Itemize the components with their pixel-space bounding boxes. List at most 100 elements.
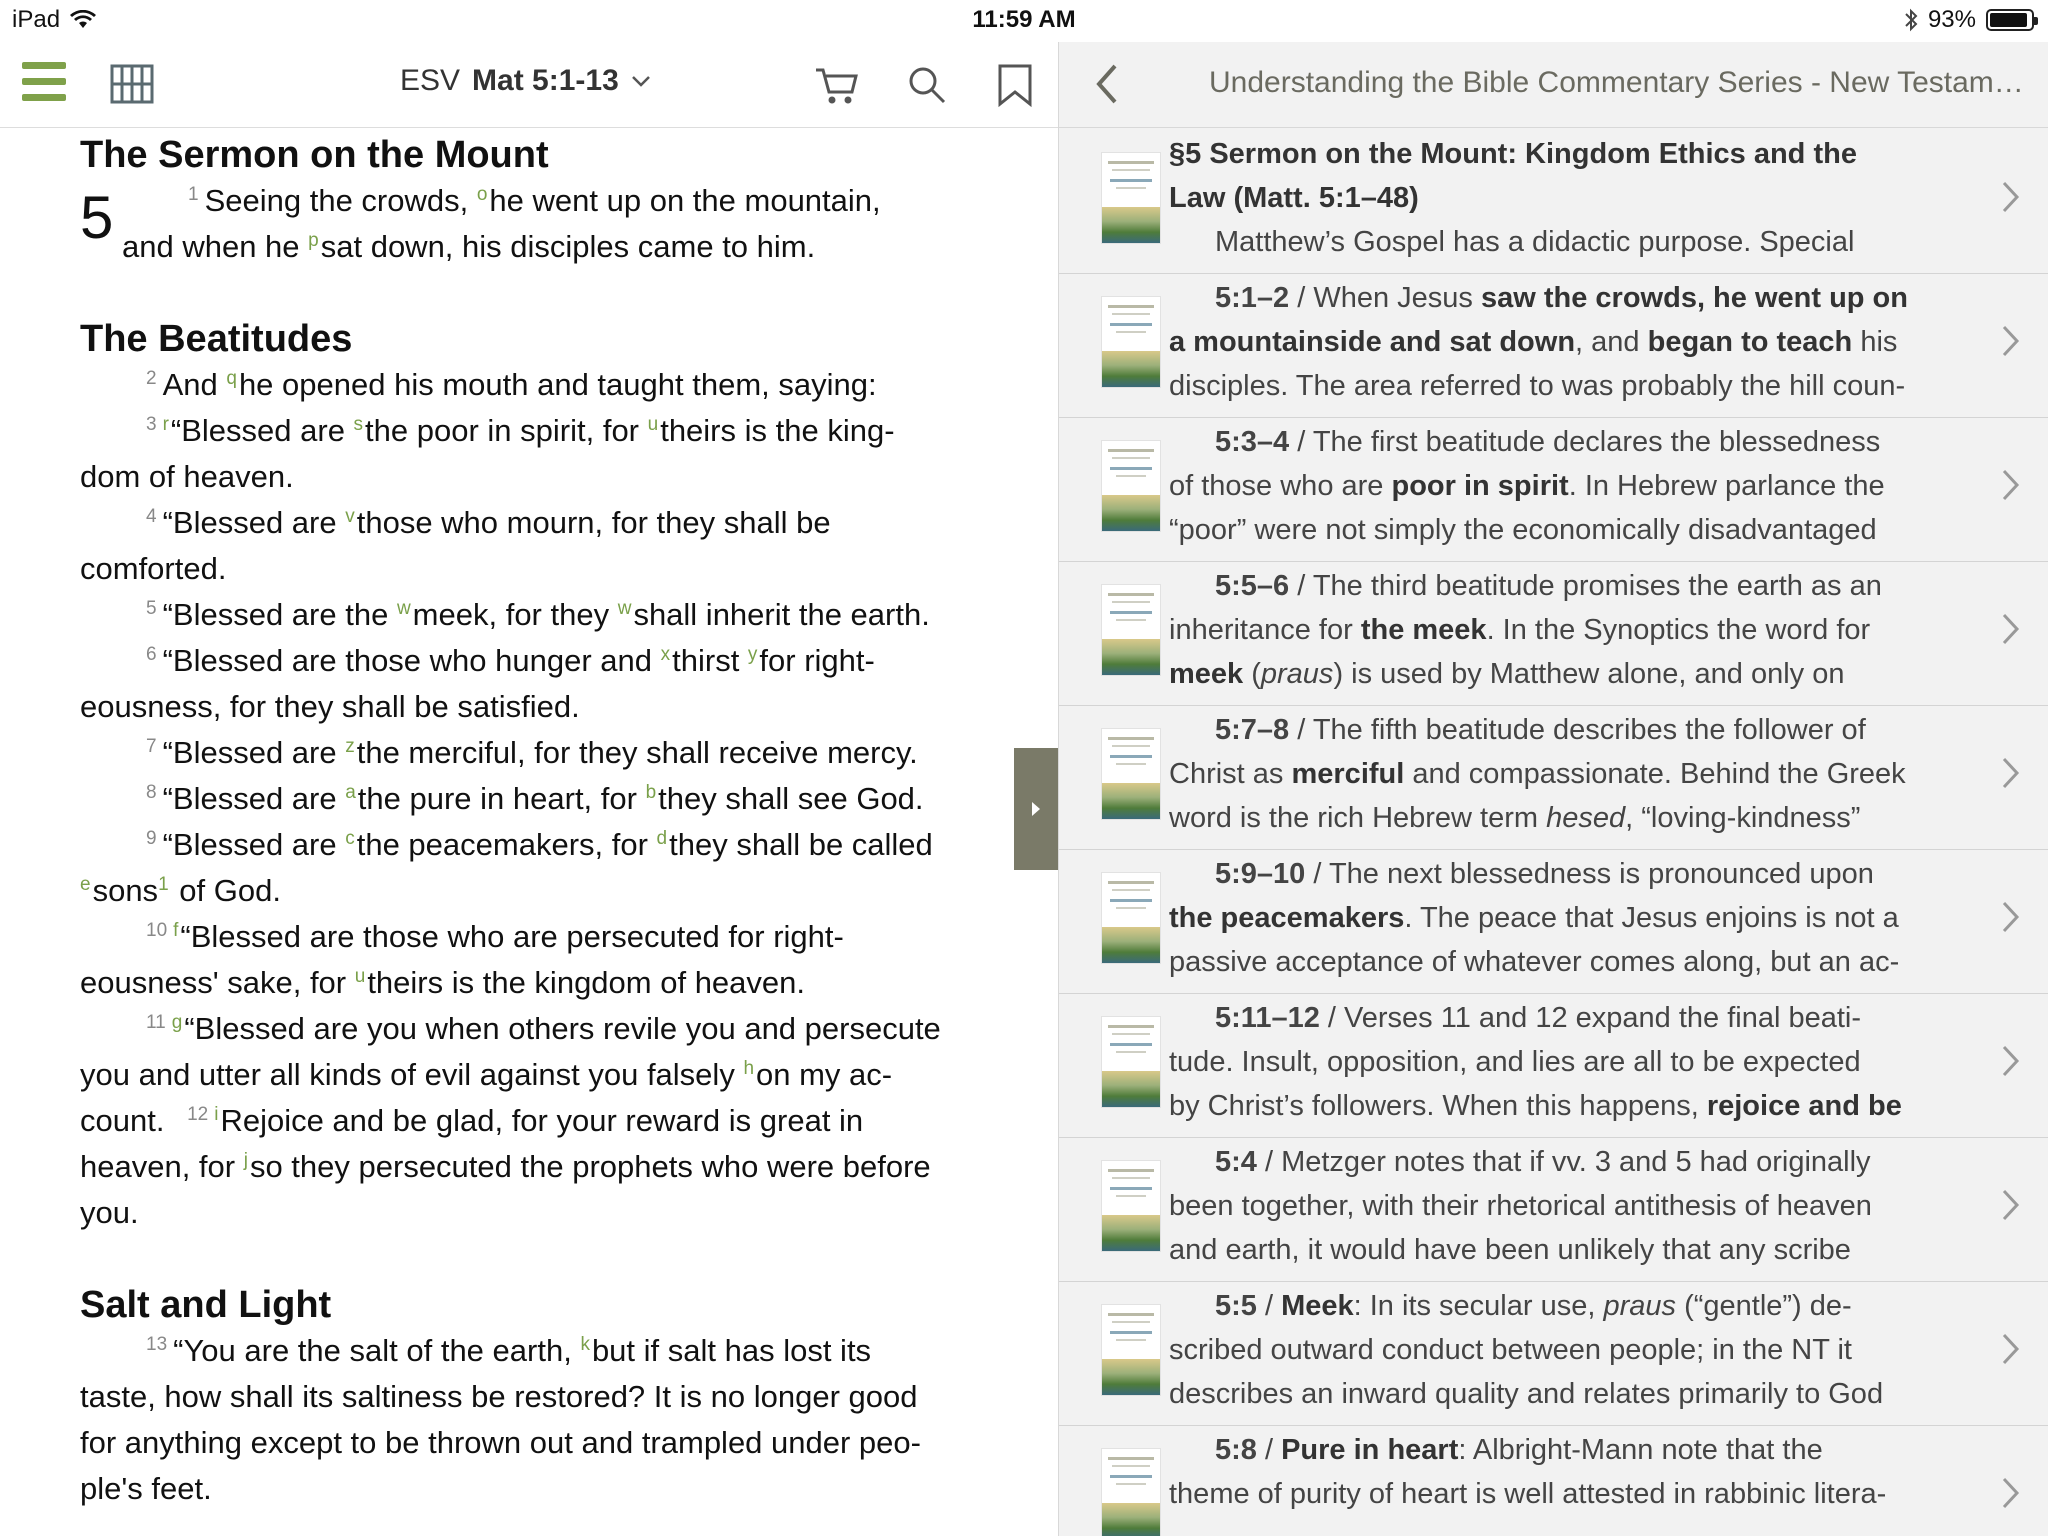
verse-5[interactable]: 5 “Blessed are the wmeek, for they wshall… — [80, 592, 1000, 638]
search-icon[interactable] — [904, 62, 950, 108]
footnote-marker[interactable]: e — [80, 874, 91, 895]
footnote-marker[interactable]: r — [163, 414, 169, 435]
footnote-marker[interactable]: q — [226, 368, 237, 389]
passage-selector[interactable]: ESV Mat 5:1-13 — [400, 64, 651, 98]
verse-2[interactable]: 2 And qhe opened his mouth and taught the… — [80, 362, 1000, 408]
book-cover-thumbnail — [1101, 728, 1161, 820]
bookmark-icon[interactable] — [992, 62, 1038, 108]
verse-number: 4 — [146, 505, 157, 527]
verse-number: 13 — [146, 1333, 168, 1355]
footnote-marker[interactable]: b — [646, 782, 657, 803]
battery-icon — [1986, 9, 2038, 31]
verse-text: and when he — [122, 229, 309, 264]
entry-excerpt: disciples. The area referred to was prob… — [1169, 370, 1906, 402]
verse-number: 11 — [146, 1011, 166, 1033]
chevron-right-icon — [2002, 1045, 2020, 1077]
pane-collapse-handle[interactable] — [1014, 748, 1058, 870]
verse-text: Rejoice and be glad, for your reward is … — [220, 1103, 864, 1138]
verse-text: you and utter all kinds of evil against … — [80, 1057, 744, 1092]
commentary-entry[interactable]: 5:11–12 / Verses 11 and 12 expand the fi… — [1059, 994, 2048, 1138]
hamburger-menu-icon[interactable] — [22, 62, 66, 104]
verse-text: count. — [80, 1103, 174, 1138]
footnote-marker[interactable]: w — [618, 598, 632, 619]
verse-10-cont: eousness' sake, for utheirs is the kingd… — [80, 960, 1000, 1006]
footnote-marker[interactable]: i — [214, 1104, 218, 1125]
entry-ref: 5:11–12 — [1215, 1002, 1320, 1034]
verse-number: 6 — [146, 643, 157, 665]
commentary-entry[interactable]: 5:5–6 / The third beatitude promises the… — [1059, 562, 2048, 706]
verse-text: they shall be called — [669, 827, 933, 862]
verse-9[interactable]: 9 “Blessed are cthe peacemakers, for dthe… — [80, 822, 1000, 868]
commentary-title[interactable]: Understanding the Bible Commentary Serie… — [1209, 66, 2029, 100]
verse-11-12[interactable]: count. 12 iRejoice and be glad, for your … — [80, 1098, 1000, 1144]
version-label: ESV — [400, 64, 461, 97]
verse-text: meek, for they — [412, 597, 618, 632]
footnote-marker[interactable]: v — [345, 506, 355, 527]
verse-number: 10 — [146, 919, 168, 941]
commentary-entry[interactable]: 5:9–10 / The next blessedness is pronoun… — [1059, 850, 2048, 994]
verse-8[interactable]: 8 “Blessed are athe pure in heart, for bt… — [80, 776, 1000, 822]
footnote-marker[interactable]: j — [244, 1150, 248, 1171]
verse-text: “You are the salt of the earth, — [173, 1333, 581, 1368]
footnote-marker[interactable]: o — [477, 184, 488, 205]
commentary-entry[interactable]: 5:1–2 / When Jesus saw the crowds, he we… — [1059, 274, 2048, 418]
verse-12-cont: heaven, for jso they persecuted the prop… — [80, 1144, 1000, 1190]
entry-ref: 5:4 — [1215, 1146, 1257, 1178]
verse-7[interactable]: 7 “Blessed are zthe merciful, for they sh… — [80, 730, 1000, 776]
library-icon[interactable] — [110, 62, 154, 104]
entry-text: 5:4 / Metzger notes that if vv. 3 and 5 … — [1169, 1146, 1872, 1266]
chevron-right-icon — [2002, 181, 2020, 213]
verse-3-cont: dom of heaven. — [80, 459, 294, 494]
verse-text: for right- — [759, 643, 875, 678]
triangle-right-icon — [1032, 802, 1040, 816]
verse-6[interactable]: 6 “Blessed are those who hunger and xthir… — [80, 638, 1000, 684]
footnote-marker[interactable]: 1 — [158, 874, 169, 895]
back-arrow-icon[interactable] — [1089, 60, 1125, 108]
commentary-entry[interactable]: §5 Sermon on the Mount: Kingdom Ethics a… — [1059, 130, 2048, 274]
footnote-marker[interactable]: h — [743, 1058, 754, 1079]
verse-text: on my ac- — [756, 1057, 893, 1092]
footnote-marker[interactable]: y — [748, 644, 758, 665]
book-cover-thumbnail — [1101, 584, 1161, 676]
verse-number: 8 — [146, 781, 157, 803]
verse-13[interactable]: 13 “You are the salt of the earth, kbut i… — [80, 1328, 1000, 1374]
verse-4[interactable]: 4 “Blessed are vthose who mourn, for they… — [80, 500, 1000, 546]
footnote-marker[interactable]: k — [580, 1334, 590, 1355]
footnote-marker[interactable]: x — [661, 644, 671, 665]
footnote-marker[interactable]: f — [173, 920, 178, 941]
footnote-marker[interactable]: u — [355, 966, 366, 987]
commentary-entry[interactable]: 5:5 / Meek: In its secular use, praus (“… — [1059, 1282, 2048, 1426]
status-right: 93% — [1904, 6, 2038, 34]
footnote-marker[interactable]: u — [648, 414, 659, 435]
verse-text: he opened his mouth and taught them, say… — [238, 367, 877, 402]
footnote-marker[interactable]: z — [345, 736, 355, 757]
verse-text: “Blessed are — [170, 413, 354, 448]
cart-icon[interactable] — [814, 62, 860, 108]
footnote-marker[interactable]: a — [345, 782, 356, 803]
footnote-marker[interactable]: g — [172, 1012, 183, 1033]
footnote-marker[interactable]: w — [397, 598, 411, 619]
footnote-marker[interactable]: d — [657, 828, 668, 849]
verse-text: shall inherit the earth. — [633, 597, 930, 632]
footnote-marker[interactable]: p — [308, 230, 319, 251]
commentary-entry[interactable]: 5:7–8 / The fifth beatitude describes th… — [1059, 706, 2048, 850]
verse-10[interactable]: 10 f“Blessed are those who are persecuted… — [80, 914, 1000, 960]
verse-1[interactable]: 5 1 Seeing the crowds, ohe went up on the… — [80, 178, 1000, 270]
footnote-marker[interactable]: s — [354, 414, 364, 435]
footnote-marker[interactable]: c — [345, 828, 355, 849]
entry-excerpt: passive acceptance of whatever comes alo… — [1169, 946, 1900, 978]
verse-3[interactable]: 3 r“Blessed are sthe poor in spirit, for … — [80, 408, 1000, 454]
commentary-entry[interactable]: 5:4 / Metzger notes that if vv. 3 and 5 … — [1059, 1138, 2048, 1282]
chevron-right-icon — [2002, 1189, 2020, 1221]
verse-6-cont: eousness, for they shall be satisfied. — [80, 689, 580, 724]
entry-text: 5:9–10 / The next blessedness is pronoun… — [1169, 852, 1989, 990]
verse-number: 9 — [146, 827, 157, 849]
commentary-entry[interactable]: 5:8 / Pure in heart: Albright-Mann note … — [1059, 1426, 2048, 1536]
commentary-entry[interactable]: 5:3–4 / The first beatitude declares the… — [1059, 418, 2048, 562]
chevron-right-icon — [2002, 901, 2020, 933]
status-bar: iPad 11:59 AM 93% — [0, 0, 2048, 42]
entry-excerpt: “poor” were not simply the economically … — [1169, 514, 1877, 546]
verse-number: 7 — [146, 735, 157, 757]
verse-text: And — [162, 367, 227, 402]
verse-11[interactable]: 11 g“Blessed are you when others revile y… — [80, 1006, 1000, 1052]
